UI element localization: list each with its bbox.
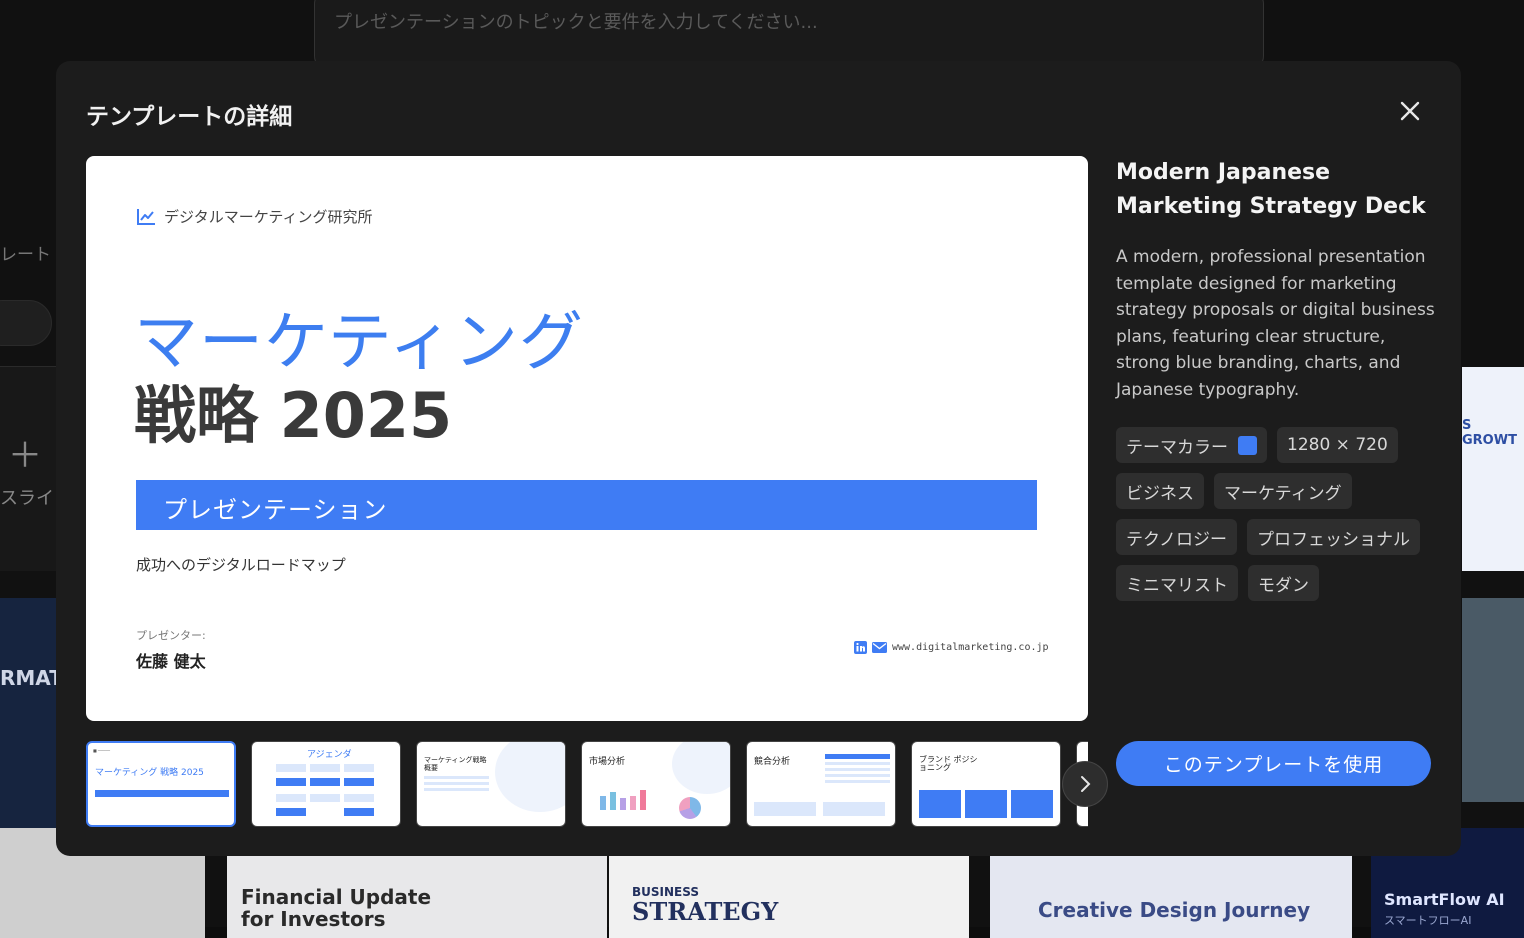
slide-band: プレゼンテーション — [136, 480, 1037, 530]
thumbnail-slide-2[interactable]: アジェンダ — [251, 741, 401, 827]
slide-contact: www.digitalmarketing.co.jp — [854, 641, 1049, 654]
background-filter-pill[interactable] — [0, 300, 52, 346]
slide-org: デジタルマーケティング研究所 — [136, 206, 373, 227]
thumbnail-title: ブランド ポジショニング — [919, 756, 984, 772]
background-template-card[interactable] — [1462, 367, 1524, 571]
background-card-text: RMAT — [0, 666, 63, 690]
tag-technology: テクノロジー — [1116, 519, 1237, 555]
slide-title-line1: マーケティング — [134, 306, 584, 380]
thumbnail-title: 市場分析 — [589, 754, 625, 767]
template-description: A modern, professional presentation temp… — [1116, 244, 1436, 403]
close-icon — [1400, 101, 1420, 121]
chart-line-icon — [136, 208, 156, 226]
mail-icon — [872, 642, 887, 653]
template-tags: テーマカラー 1280 × 720 ビジネス マーケティング テクノロジー プロ… — [1116, 427, 1446, 601]
background-card-text: S GROWT — [1462, 418, 1524, 448]
thumbnails-next-button[interactable] — [1062, 761, 1108, 807]
tag-minimalist: ミニマリスト — [1116, 565, 1238, 601]
thumbnail-title: マーケティング戦略 概要 — [424, 756, 494, 772]
theme-color-swatch — [1238, 436, 1257, 455]
background-template-card[interactable] — [1462, 598, 1524, 802]
thumbnail-slide-4[interactable]: 市場分析 — [581, 741, 731, 827]
website-text: www.digitalmarketing.co.jp — [892, 642, 1049, 653]
template-title: Modern Japanese Marketing Strategy Deck — [1116, 156, 1436, 224]
background-side-label: レート — [0, 240, 51, 265]
tag-business: ビジネス — [1116, 473, 1204, 509]
slide-preview: デジタルマーケティング研究所 マーケティング 戦略 2025 プレゼンテーション… — [86, 156, 1088, 721]
slide-band-text: プレゼンテーション — [163, 490, 388, 525]
thumbnail-title: アジェンダ — [307, 747, 352, 760]
plus-icon: ＋ — [8, 428, 42, 477]
thumbnail-slide-6[interactable]: ブランド ポジショニング — [911, 741, 1061, 827]
template-detail-modal: テンプレートの詳細 デジタルマーケティング研究所 マーケティング 戦略 2025… — [56, 61, 1461, 856]
use-template-button[interactable]: このテンプレートを使用 — [1116, 741, 1431, 786]
thumbnail-slide-3[interactable]: マーケティング戦略 概要 — [416, 741, 566, 827]
theme-color-tag: テーマカラー — [1116, 427, 1267, 463]
presenter-label: プレゼンター: — [136, 627, 206, 643]
tag-marketing: マーケティング — [1214, 473, 1352, 509]
thumbnail-strip: マーケティング 戦略 2025 ■ ───── アジェンダ マーケティング戦略 … — [86, 741, 1088, 827]
thumbnail-slide-1[interactable]: マーケティング 戦略 2025 ■ ───── — [86, 741, 236, 827]
tag-modern: モダン — [1248, 565, 1319, 601]
chevron-right-icon — [1079, 775, 1091, 793]
presenter-name: 佐藤 健太 — [136, 648, 206, 672]
size-tag: 1280 × 720 — [1277, 427, 1398, 463]
linkedin-icon — [854, 641, 867, 654]
thumbnail-title: マーケティング 戦略 2025 — [95, 765, 204, 778]
slide-org-name: デジタルマーケティング研究所 — [164, 206, 373, 227]
background-card-text: SmartFlow AI — [1384, 890, 1505, 909]
background-card-text: スマートフローAI — [1384, 912, 1471, 928]
slide-subtitle: 成功へのデジタルロードマップ — [136, 554, 346, 575]
thumbnail-slide-5[interactable]: 競合分析 — [746, 741, 896, 827]
theme-color-label: テーマカラー — [1126, 433, 1228, 458]
background-card-text: Financial Update for Investors — [241, 886, 461, 930]
template-info: Modern Japanese Marketing Strategy Deck … — [1116, 156, 1436, 403]
background-card-text: Creative Design Journey — [1038, 898, 1310, 922]
thumbnail-title: 競合分析 — [754, 754, 790, 767]
modal-title: テンプレートの詳細 — [86, 97, 292, 131]
tag-professional: プロフェッショナル — [1247, 519, 1420, 555]
close-button[interactable] — [1394, 95, 1426, 127]
background-template-card[interactable] — [0, 598, 60, 828]
background-card-text: STRATEGY — [632, 897, 778, 926]
slide-title-line2: 戦略 2025 — [134, 380, 452, 452]
prompt-placeholder: プレゼンテーションのトピックと要件を入力してください... — [334, 8, 818, 34]
